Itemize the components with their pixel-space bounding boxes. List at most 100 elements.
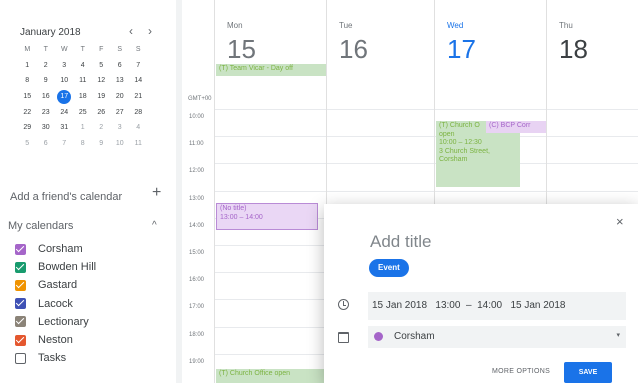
calendar-item-bowden-hill[interactable]: Bowden Hill <box>8 258 176 276</box>
mini-calendar-day[interactable]: 7 <box>55 136 74 151</box>
calendar-item-tasks[interactable]: Tasks <box>8 349 176 367</box>
calendar-item-lectionary[interactable]: Lectionary <box>8 313 176 331</box>
time-label: 10:00 <box>189 114 205 120</box>
day-label: 6 <box>117 61 122 69</box>
event-church-office-2[interactable]: (T) Church Office open <box>216 369 326 383</box>
mini-calendar-day[interactable]: 5 <box>92 58 111 73</box>
mini-calendar-day[interactable]: 13 <box>111 73 130 88</box>
mini-calendar-day[interactable]: 22 <box>18 105 37 120</box>
calendar-item-label: Corsham <box>38 243 83 256</box>
day-label: 3 <box>117 124 122 132</box>
mini-calendar-day[interactable]: 18 <box>74 89 93 104</box>
mini-calendar-day[interactable]: 6 <box>37 136 56 151</box>
mini-calendar-day[interactable]: 27 <box>111 105 130 120</box>
add-friend-plus-icon[interactable]: + <box>152 184 161 202</box>
checkbox-checked-icon[interactable] <box>15 334 26 346</box>
day-label: 6 <box>43 139 48 147</box>
day-label: 1 <box>80 124 85 132</box>
mini-calendar-day[interactable]: 19 <box>92 89 111 104</box>
mini-calendar-day[interactable]: 28 <box>129 105 148 120</box>
dow-label: T <box>43 46 48 54</box>
calendar-item-gastard[interactable]: Gastard <box>8 276 176 294</box>
event-no-title[interactable]: (No title) 13:00 – 14:00 <box>216 203 318 230</box>
mini-calendar-day[interactable]: 15 <box>18 89 37 104</box>
calendar-item-neston[interactable]: Neston <box>8 331 176 349</box>
day-label: 11 <box>134 139 142 147</box>
day-header-wed[interactable]: Wed 17 <box>434 0 547 82</box>
mini-calendar-title: January 2018 <box>20 27 81 38</box>
mini-calendar-day[interactable]: 7 <box>129 58 148 73</box>
mini-calendar-day[interactable]: 1 <box>18 58 37 73</box>
mini-calendar-day[interactable]: 11 <box>74 73 93 88</box>
mini-calendar-day[interactable]: 2 <box>92 120 111 135</box>
calendar-select[interactable]: Corsham ▾ <box>368 326 626 348</box>
mini-calendar-day[interactable]: 6 <box>111 58 130 73</box>
close-icon[interactable]: × <box>616 214 624 229</box>
mini-calendar-day[interactable]: 2 <box>37 58 56 73</box>
day-label: 5 <box>99 61 104 69</box>
calendar-item-corsham[interactable]: Corsham <box>8 240 176 258</box>
mini-calendar-day[interactable]: 26 <box>92 105 111 120</box>
mini-calendar-day[interactable]: 21 <box>129 89 148 104</box>
more-options-button[interactable]: MORE OPTIONS <box>492 368 550 375</box>
day-header-tue[interactable]: Tue 16 <box>326 0 435 82</box>
mini-calendar-day[interactable]: 10 <box>111 136 130 151</box>
mini-calendar-day[interactable]: 20 <box>111 89 130 104</box>
mini-calendar-day[interactable]: 12 <box>92 73 111 88</box>
mini-calendar-day[interactable]: 30 <box>37 120 56 135</box>
mini-calendar-day[interactable]: 25 <box>74 105 93 120</box>
mini-calendar-day[interactable]: 3 <box>55 58 74 73</box>
mini-calendar-day[interactable]: 3 <box>111 120 130 135</box>
day-label: 5 <box>25 139 30 147</box>
day-label: 13 <box>115 77 124 85</box>
day-header-thu[interactable]: Thu 18 <box>546 0 638 82</box>
mini-calendar-next-button[interactable]: › <box>148 24 152 38</box>
mini-calendar-prev-button[interactable]: ‹ <box>129 24 133 38</box>
calendar-item-lacock[interactable]: Lacock <box>8 295 176 313</box>
checkbox-unchecked-icon[interactable] <box>15 352 26 364</box>
event-bcp[interactable]: (C) BCP Corr <box>486 121 546 133</box>
mini-calendar-day[interactable]: 9 <box>37 73 56 88</box>
hour-gridline <box>214 136 638 138</box>
checkbox-checked-icon[interactable] <box>15 243 26 255</box>
mini-calendar-day[interactable]: 8 <box>18 73 37 88</box>
day-label: 1 <box>25 61 30 69</box>
checkbox-checked-icon[interactable] <box>15 261 26 273</box>
mini-calendar-day[interactable]: 4 <box>129 120 148 135</box>
checkbox-checked-icon[interactable] <box>15 279 26 291</box>
quick-event-dialog: × Event 15 Jan 2018 13:00 – 14:00 15 Jan… <box>324 204 638 383</box>
mini-calendar-day[interactable]: 31 <box>55 120 74 135</box>
mini-calendar-day[interactable]: 9 <box>92 136 111 151</box>
event-title-input[interactable] <box>368 230 592 254</box>
mini-calendar-day-today[interactable]: 17 <box>55 89 74 105</box>
day-label: 24 <box>60 108 69 116</box>
dow-label: F <box>99 46 104 54</box>
day-label: 23 <box>41 108 50 116</box>
checkbox-checked-icon[interactable] <box>15 298 26 310</box>
event-time-row[interactable]: 15 Jan 2018 13:00 – 14:00 15 Jan 2018 <box>368 292 626 320</box>
mini-calendar-day[interactable]: 1 <box>74 120 93 135</box>
event-type-chip[interactable]: Event <box>369 259 409 277</box>
add-friend-input[interactable] <box>8 186 150 208</box>
mini-calendar-day[interactable]: 14 <box>129 73 148 88</box>
mini-calendar-day[interactable]: 29 <box>18 120 37 135</box>
mini-calendar-day[interactable]: 10 <box>55 73 74 88</box>
chevron-up-icon[interactable]: ^ <box>152 220 157 231</box>
calendar-item-label: Lacock <box>38 297 73 310</box>
save-button[interactable]: SAVE <box>564 362 612 383</box>
checkbox-checked-icon[interactable] <box>15 316 26 328</box>
sidebar: January 2018 ‹ › M T W T F S S 123456789… <box>0 0 178 383</box>
mini-calendar-grid: M T W T F S S 1 2 3 4 5 6 7 8 9 10 11 12 13 14 15 16 17 1… <box>18 42 166 151</box>
mini-calendar-day[interactable]: 24 <box>55 105 74 120</box>
mini-calendar-day[interactable]: 11 <box>129 136 148 151</box>
my-calendars-heading[interactable]: My calendars <box>8 220 73 232</box>
mini-calendar-day[interactable]: 23 <box>37 105 56 120</box>
mini-calendar-day[interactable]: 16 <box>37 89 56 104</box>
mini-calendar-day[interactable]: 5 <box>18 136 37 151</box>
timezone-label: GMT+00 <box>188 96 212 102</box>
mini-calendar-day[interactable]: 8 <box>74 136 93 151</box>
mini-calendar-week: 22 23 24 25 26 27 28 <box>18 104 166 120</box>
event-team-vicar[interactable]: (T) Team Vicar - Day off <box>216 64 326 76</box>
mini-calendar-day[interactable]: 4 <box>74 58 93 73</box>
day-number: 15 <box>227 34 256 64</box>
